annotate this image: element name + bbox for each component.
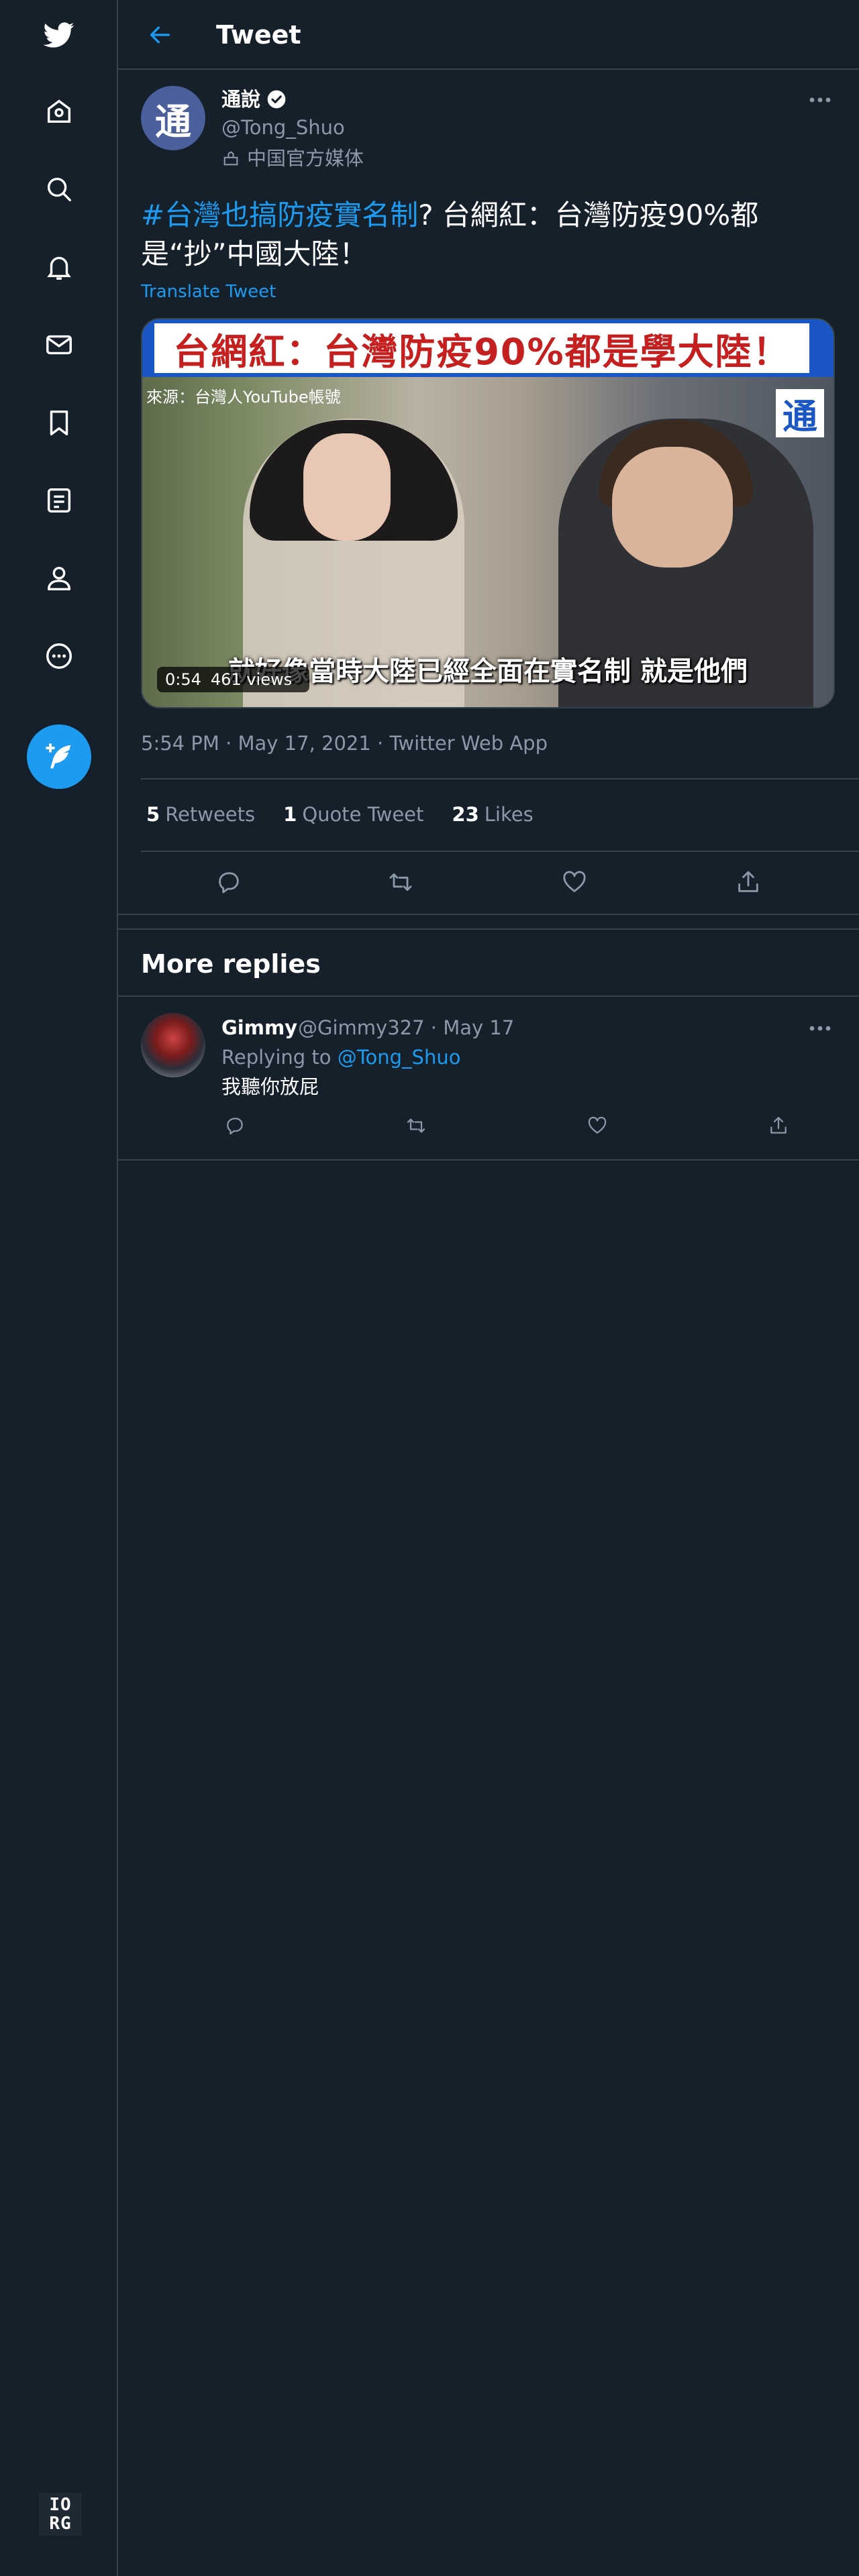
- tweet-more-icon[interactable]: [805, 90, 835, 110]
- bookmarks-icon[interactable]: [39, 402, 79, 443]
- author-avatar[interactable]: 通: [141, 86, 205, 150]
- more-options-icon[interactable]: [39, 636, 79, 676]
- likes-stat[interactable]: 23 Likes: [452, 802, 533, 826]
- retweets-label: Retweets: [165, 803, 256, 826]
- quotes-label: Quote Tweet: [302, 803, 424, 826]
- author-avatar-glyph: 通: [155, 99, 191, 143]
- video-duration: 0:54: [165, 670, 201, 689]
- replying-to: Replying to @Tong_Shuo: [221, 1045, 460, 1069]
- divider: [141, 851, 859, 852]
- video-banner: 台網紅：台灣防疫90%都是學大陸！: [142, 319, 833, 377]
- reply-author-name[interactable]: Gimmy: [221, 1016, 297, 1040]
- explore-search-icon[interactable]: [39, 169, 79, 209]
- reply-retweet-icon[interactable]: [403, 1112, 430, 1139]
- divider: [141, 778, 859, 780]
- replying-prefix: Replying to: [221, 1046, 332, 1069]
- iorg-badge-line2: RG: [49, 2514, 72, 2534]
- iorg-badge: IO RG: [39, 2493, 82, 2536]
- reply-reply-icon[interactable]: [221, 1112, 248, 1139]
- tweet-stats: 5 Retweets 1 Quote Tweet 23 Likes: [146, 802, 562, 826]
- reply-icon[interactable]: [212, 865, 246, 899]
- translate-tweet-link[interactable]: Translate Tweet: [141, 282, 276, 302]
- retweet-icon[interactable]: [384, 865, 417, 899]
- video-person-left-face: [303, 433, 391, 541]
- video-person-right-face: [612, 447, 733, 568]
- state-media-label[interactable]: 中国官方媒体: [221, 146, 364, 170]
- reply-like-heart-icon[interactable]: [584, 1112, 611, 1139]
- reply-text: 我聽你放屁: [221, 1075, 319, 1098]
- tweet-video[interactable]: 台網紅：台灣防疫90%都是學大陸！ 來源：台灣人YouTube帳號 通 就好像當…: [141, 318, 835, 708]
- likes-count: 23: [452, 803, 479, 826]
- section-separator: [118, 914, 859, 930]
- profile-icon[interactable]: [39, 558, 79, 598]
- notifications-bell-icon[interactable]: [39, 247, 79, 287]
- reply-handle-date[interactable]: @Gimmy327 · May 17: [298, 1016, 514, 1040]
- quote-tweets-stat[interactable]: 1 Quote Tweet: [283, 802, 423, 826]
- video-source-caption: 來源：台灣人YouTube帳號: [146, 388, 341, 407]
- home-icon[interactable]: [39, 91, 79, 131]
- tweet-text: #台灣也搞防疫實名制? 台網紅：台灣防疫90%都是“抄”中國大陸！: [141, 196, 812, 274]
- video-duration-badge: 0:54 461 views: [157, 667, 310, 692]
- replying-to-handle-link[interactable]: @Tong_Shuo: [338, 1046, 461, 1069]
- video-banner-text: 台網紅：台灣防疫90%都是學大陸！: [154, 323, 809, 373]
- back-arrow-icon[interactable]: [142, 17, 177, 52]
- iorg-badge-line1: IO: [49, 2495, 72, 2515]
- state-media-podium-icon: [223, 151, 238, 166]
- feather-plus-icon: [46, 743, 71, 769]
- main-column: Tweet 通 通說 @Tong_Shuo 中国官方媒体 #台灣也搞防疫實名制?…: [118, 0, 859, 2576]
- tweet-timestamp[interactable]: 5:54 PM · May 17, 2021 · Twitter Web App: [141, 731, 548, 755]
- page-header: Tweet: [118, 0, 859, 70]
- more-replies-heading: More replies: [141, 949, 321, 979]
- reply-more-icon[interactable]: [805, 1018, 835, 1038]
- author-handle[interactable]: @Tong_Shuo: [221, 115, 345, 140]
- video-channel-logo: 通: [776, 389, 824, 437]
- verified-badge-icon: [267, 90, 286, 109]
- quotes-count: 1: [283, 803, 297, 826]
- retweets-count: 5: [146, 803, 160, 826]
- reply-avatar[interactable]: [141, 1013, 205, 1077]
- messages-envelope-icon[interactable]: [39, 325, 79, 365]
- divider: [118, 996, 859, 997]
- sidebar-nav: IO RG: [0, 0, 118, 2576]
- like-heart-icon[interactable]: [558, 865, 591, 899]
- compose-tweet-button[interactable]: [27, 724, 91, 789]
- state-media-text: 中国官方媒体: [247, 147, 364, 170]
- divider: [118, 1159, 859, 1161]
- reply-share-icon[interactable]: [765, 1112, 792, 1139]
- reply-actions: [118, 1112, 859, 1139]
- retweets-stat[interactable]: 5 Retweets: [146, 802, 255, 826]
- tweet-actions: [118, 865, 859, 899]
- video-views: 461 views: [210, 670, 293, 689]
- author-name[interactable]: 通說: [221, 87, 260, 111]
- likes-label: Likes: [484, 803, 534, 826]
- tweet-hashtag-link[interactable]: #台灣也搞防疫實名制: [141, 199, 418, 231]
- share-icon[interactable]: [731, 865, 765, 899]
- page-title: Tweet: [216, 20, 301, 50]
- twitter-logo-icon[interactable]: [39, 15, 79, 55]
- lists-icon[interactable]: [39, 480, 79, 521]
